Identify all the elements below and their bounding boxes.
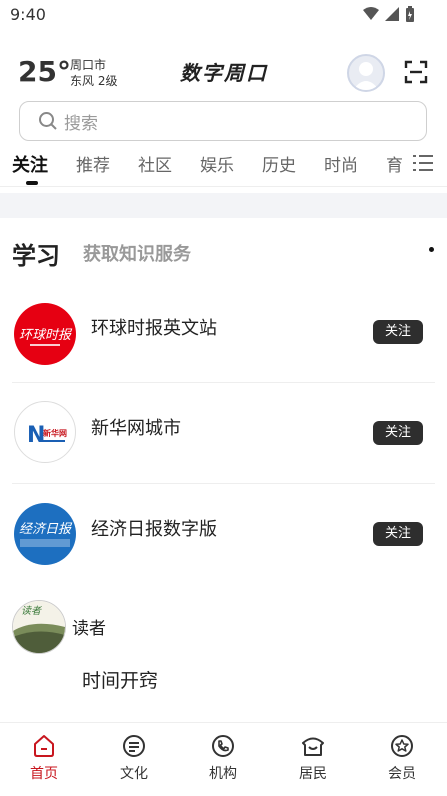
source-name: 环球时报英文站	[91, 318, 217, 339]
tab-recommend[interactable]: 推荐	[76, 151, 110, 176]
economic-daily-logo-icon: 经济日报	[14, 503, 76, 565]
user-avatar[interactable]	[347, 54, 385, 92]
tab-community[interactable]: 社区	[138, 151, 172, 176]
list-item[interactable]: 经济日报 经济日报数字版 关注	[0, 484, 447, 584]
phone-icon	[212, 735, 234, 757]
follow-button[interactable]: 关注	[373, 522, 423, 546]
tab-education[interactable]: 育	[386, 151, 403, 176]
temperature: 25°	[18, 55, 71, 88]
reader-name[interactable]: 读者	[72, 614, 106, 639]
follow-button[interactable]: 关注	[373, 320, 423, 344]
svg-text:新华网: 新华网	[43, 428, 67, 438]
home-icon	[34, 735, 54, 757]
search-bar[interactable]: 搜索	[19, 101, 427, 141]
svg-text:环球时报: 环球时报	[19, 328, 73, 343]
nav-institution[interactable]: 机构	[193, 733, 253, 783]
tab-entertainment[interactable]: 娱乐	[200, 151, 234, 176]
list-item[interactable]: N 新华网 新华网城市 关注	[0, 383, 447, 483]
nav-residents[interactable]: 居民	[283, 733, 343, 783]
search-placeholder: 搜索	[64, 113, 98, 134]
signal-icon	[385, 7, 399, 21]
bottom-navigation: 首页 文化 机构 居民 会员	[0, 722, 447, 796]
more-dot-icon[interactable]	[429, 247, 434, 252]
list-item[interactable]: 环球时报 环球时报英文站 关注	[0, 283, 447, 383]
culture-icon	[123, 735, 145, 757]
status-time: 9:40	[10, 5, 46, 24]
nav-home[interactable]: 首页	[14, 733, 74, 783]
nav-member[interactable]: 会员	[372, 733, 432, 783]
active-tab-indicator	[26, 181, 38, 185]
user-icon	[353, 62, 379, 90]
category-tabs: 关注 推荐 社区 娱乐 历史 时尚 育	[0, 148, 447, 187]
tab-fashion[interactable]: 时尚	[324, 151, 358, 176]
scan-icon[interactable]	[404, 60, 428, 84]
study-title: 学习	[12, 242, 60, 270]
wifi-icon	[363, 7, 379, 20]
search-icon	[39, 112, 57, 130]
source-name: 新华网城市	[91, 418, 181, 439]
reader-avatar[interactable]: 读者	[12, 600, 66, 654]
xinhuanet-logo-icon: N 新华网	[14, 401, 76, 463]
nav-culture[interactable]: 文化	[104, 733, 164, 783]
status-bar: 9:40	[0, 0, 447, 30]
study-subtitle: 获取知识服务	[83, 244, 191, 265]
follow-button[interactable]: 关注	[373, 421, 423, 445]
global-times-logo-icon: 环球时报	[14, 303, 76, 365]
battery-icon	[406, 6, 414, 22]
app-brand-logo: 数字周口	[180, 61, 268, 85]
member-icon	[391, 735, 413, 757]
svg-text:经济日报: 经济日报	[19, 522, 73, 537]
menu-icon[interactable]	[413, 154, 433, 172]
section-separator	[0, 193, 447, 218]
residents-icon	[302, 737, 324, 756]
article-title[interactable]: 时间开窍	[82, 666, 158, 693]
city-name: 周口市	[70, 58, 107, 72]
source-name: 经济日报数字版	[91, 519, 217, 540]
weather-info: 周口市 东风 2级	[70, 57, 117, 89]
tab-history[interactable]: 历史	[262, 151, 296, 176]
svg-text:读者: 读者	[21, 605, 42, 617]
wind-info: 东风 2级	[70, 74, 118, 88]
tab-follow[interactable]: 关注	[12, 151, 48, 177]
